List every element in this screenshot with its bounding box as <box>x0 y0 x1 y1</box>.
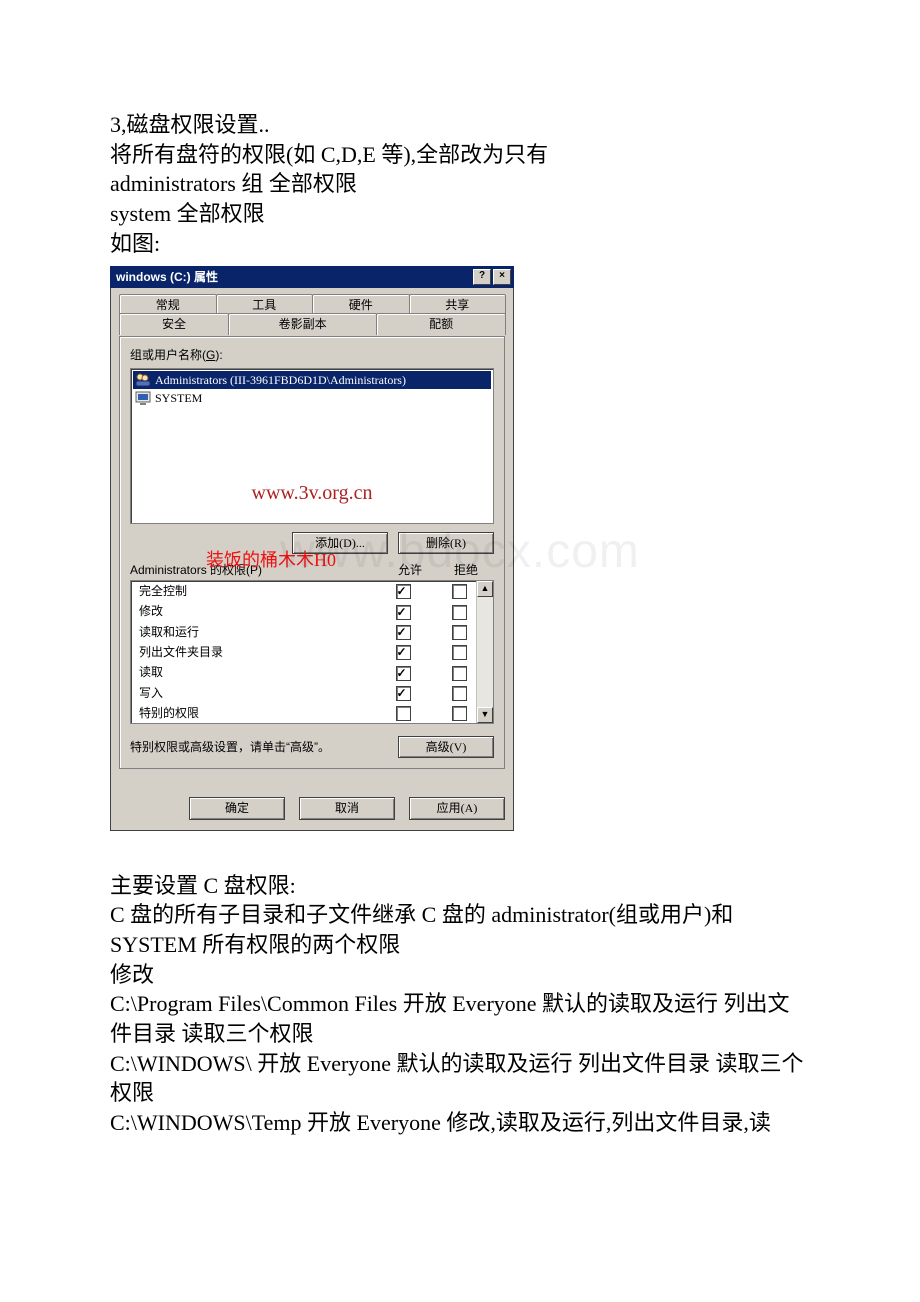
doc-line: 3,磁盘权限设置.. <box>110 110 810 140</box>
scrollbar[interactable]: ▲ ▼ <box>476 581 493 723</box>
permission-row: 写入 <box>131 683 493 703</box>
watermark-3v: www.3v.org.cn <box>131 480 493 507</box>
allow-checkbox[interactable] <box>396 605 411 620</box>
list-item-label: Administrators (III-3961FBD6D1D\Administ… <box>155 372 406 388</box>
permissions-listbox: 完全控制修改读取和运行列出文件夹目录读取写入特别的权限 ▲ ▼ <box>130 580 494 724</box>
security-panel: 组或用户名称(G): Administrators (III-3961FBD6D… <box>119 336 505 769</box>
permissions-header: 装饭的桶木木H0 Administrators 的权限(P) 允许 拒绝 <box>130 562 494 578</box>
allow-checkbox[interactable] <box>396 584 411 599</box>
allow-cell <box>375 685 431 701</box>
permission-row: 修改 <box>131 601 493 621</box>
deny-checkbox[interactable] <box>452 645 467 660</box>
system-icon <box>135 390 151 406</box>
permission-name: 修改 <box>139 603 375 619</box>
remove-button[interactable]: 删除(R) <box>398 532 494 554</box>
deny-checkbox[interactable] <box>452 666 467 681</box>
help-button[interactable]: ? <box>473 269 491 285</box>
permission-name: 列出文件夹目录 <box>139 644 375 660</box>
list-item-label: SYSTEM <box>155 390 202 406</box>
group-icon <box>135 372 151 388</box>
deny-checkbox[interactable] <box>452 584 467 599</box>
deny-checkbox[interactable] <box>452 686 467 701</box>
doc-line: C:\WINDOWS\ 开放 Everyone 默认的读取及运行 列出文件目录 … <box>110 1049 810 1108</box>
allow-checkbox[interactable] <box>396 686 411 701</box>
users-listbox[interactable]: Administrators (III-3961FBD6D1D\Administ… <box>130 368 494 524</box>
tab-general[interactable]: 常规 <box>119 294 217 315</box>
col-allow: 允许 <box>382 562 438 578</box>
list-item[interactable]: Administrators (III-3961FBD6D1D\Administ… <box>133 371 491 389</box>
tab-shadowcopy[interactable]: 卷影副本 <box>228 313 377 334</box>
properties-dialog: windows (C:) 属性 ? × 常规 工具 硬件 共享 安全 卷影副本 … <box>110 266 514 830</box>
doc-line: system 全部权限 <box>110 199 810 229</box>
tab-strip: 常规 工具 硬件 共享 安全 卷影副本 配额 <box>119 294 505 334</box>
allow-cell <box>375 664 431 680</box>
doc-line: 将所有盘符的权限(如 C,D,E 等),全部改为只有 <box>110 140 810 170</box>
doc-line: 修改 <box>110 960 810 990</box>
close-button[interactable]: × <box>493 269 511 285</box>
permission-name: 特别的权限 <box>139 705 375 721</box>
doc-line: C 盘的所有子目录和子文件继承 C 盘的 administrator(组或用户)… <box>110 900 810 959</box>
tab-security[interactable]: 安全 <box>119 313 229 334</box>
doc-line: 主要设置 C 盘权限: <box>110 871 810 901</box>
permission-name: 读取和运行 <box>139 624 375 640</box>
doc-line: administrators 组 全部权限 <box>110 169 810 199</box>
allow-checkbox[interactable] <box>396 645 411 660</box>
titlebar: windows (C:) 属性 ? × <box>110 266 514 288</box>
allow-cell <box>375 705 431 721</box>
permissions-for-label: Administrators 的权限(P) <box>130 562 382 578</box>
list-item[interactable]: SYSTEM <box>133 389 491 407</box>
permission-row: 列出文件夹目录 <box>131 642 493 662</box>
add-button[interactable]: 添加(D)... <box>292 532 388 554</box>
permission-row: 特别的权限 <box>131 703 493 723</box>
doc-line: C:\WINDOWS\Temp 开放 Everyone 修改,读取及运行,列出文… <box>110 1108 810 1138</box>
allow-checkbox[interactable] <box>396 625 411 640</box>
allow-cell <box>375 644 431 660</box>
permission-name: 写入 <box>139 685 375 701</box>
tab-sharing[interactable]: 共享 <box>409 294 507 315</box>
tab-hardware[interactable]: 硬件 <box>312 294 410 315</box>
allow-checkbox[interactable] <box>396 666 411 681</box>
deny-checkbox[interactable] <box>452 706 467 721</box>
deny-checkbox[interactable] <box>452 605 467 620</box>
advanced-button[interactable]: 高级(V) <box>398 736 494 758</box>
tab-quota[interactable]: 配额 <box>376 313 506 334</box>
apply-button[interactable]: 应用(A) <box>409 797 505 819</box>
col-deny: 拒绝 <box>438 562 494 578</box>
window-title: windows (C:) 属性 <box>116 269 218 285</box>
scroll-down-icon[interactable]: ▼ <box>477 707 493 723</box>
permission-row: 完全控制 <box>131 581 493 601</box>
doc-line: 如图: <box>110 229 810 259</box>
permission-row: 读取 <box>131 662 493 682</box>
cancel-button[interactable]: 取消 <box>299 797 395 819</box>
advanced-hint: 特别权限或高级设置，请单击“高级”。 <box>130 739 386 755</box>
allow-cell <box>375 583 431 599</box>
permission-name: 读取 <box>139 664 375 680</box>
allow-checkbox[interactable] <box>396 706 411 721</box>
doc-line: C:\Program Files\Common Files 开放 Everyon… <box>110 989 810 1048</box>
permission-row: 读取和运行 <box>131 622 493 642</box>
deny-checkbox[interactable] <box>452 625 467 640</box>
allow-cell <box>375 624 431 640</box>
scroll-up-icon[interactable]: ▲ <box>477 581 493 597</box>
tab-tools[interactable]: 工具 <box>216 294 314 315</box>
group-users-label: 组或用户名称(G): <box>130 347 494 363</box>
permission-name: 完全控制 <box>139 583 375 599</box>
ok-button[interactable]: 确定 <box>189 797 285 819</box>
allow-cell <box>375 603 431 619</box>
